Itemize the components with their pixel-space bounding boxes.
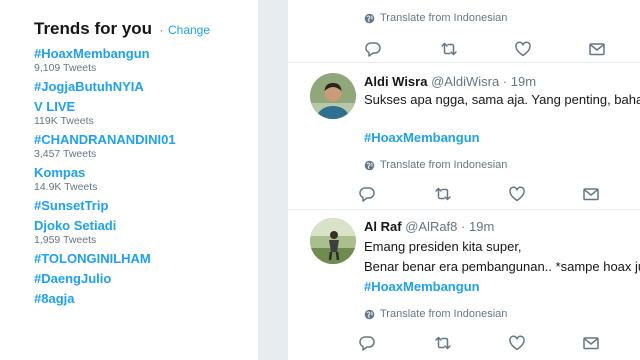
reply-icon[interactable] [364, 40, 382, 58]
tweet-time[interactable]: 19m [511, 74, 536, 89]
tweet-time[interactable]: 19m [469, 219, 494, 234]
trend-item[interactable]: #JogjaButuhNYIA [34, 79, 249, 95]
header-separator: · [461, 219, 466, 234]
trends-panel: Trends for you · Change #HoaxMembangun 9… [0, 0, 258, 360]
avatar[interactable] [310, 218, 356, 264]
trends-separator: · [159, 23, 164, 37]
header-separator: · [502, 74, 508, 89]
trend-count: 3,457 Tweets [34, 148, 97, 160]
trend-name[interactable]: #DaengJulio [34, 271, 249, 287]
tweet-actions [364, 40, 640, 60]
translate-label[interactable]: Translate from Indonesian [380, 10, 507, 26]
reply-icon[interactable] [358, 185, 376, 203]
trend-item[interactable]: #8agja [34, 291, 249, 307]
message-icon[interactable] [588, 40, 606, 58]
tweet-text: Benar benar era pembangunan.. *sampe hoa… [364, 259, 640, 274]
avatar[interactable] [310, 73, 356, 119]
trend-name[interactable]: #8agja [34, 291, 249, 307]
tweet[interactable]: Al Raf @AlRaf8 · 19m Emang presiden kita… [288, 208, 640, 360]
reply-icon[interactable] [358, 334, 376, 352]
trend-name[interactable]: Kompas [34, 165, 249, 181]
like-icon[interactable] [508, 334, 526, 352]
author-name[interactable]: Al Raf [364, 219, 402, 234]
trend-count: 119K Tweets [34, 115, 94, 127]
message-icon[interactable] [582, 185, 600, 203]
trend-name[interactable]: #SunsetTrip [34, 198, 249, 214]
retweet-icon[interactable] [434, 185, 452, 203]
trend-count: 14.9K Tweets [34, 181, 98, 193]
trend-name[interactable]: #HoaxMembangun [34, 46, 249, 62]
tweet-actions [359, 185, 640, 205]
tweet-actions [359, 334, 640, 354]
message-icon[interactable] [582, 334, 600, 352]
timeline: Translate from Indonesian Aldi Wisra @Al… [288, 0, 640, 360]
trend-count: 9,109 Tweets [34, 62, 97, 74]
author-handle[interactable]: @AlRaf8 [405, 219, 457, 234]
tweet-body: Al Raf @AlRaf8 · 19m Emang presiden kita… [359, 218, 640, 354]
globe-icon [364, 160, 375, 170]
trend-name[interactable]: #JogjaButuhNYIA [34, 79, 249, 95]
trend-item[interactable]: #HoaxMembangun 9,109 Tweets [34, 46, 249, 75]
tweet-text: Sukses apa ngga, sama aja. Yang penting,… [364, 92, 640, 107]
translate-link[interactable]: Translate from Indonesian [364, 306, 640, 322]
trends-title: Trends for you [34, 19, 153, 38]
trend-item[interactable]: #TOLONGINILHAM [34, 251, 249, 267]
translate-label[interactable]: Translate from Indonesian [380, 306, 507, 322]
tweet-hashtag[interactable]: #HoaxMembangun [364, 278, 640, 296]
translate-link[interactable]: Translate from Indonesian [364, 157, 640, 173]
tweet[interactable]: Aldi Wisra @AldiWisra · 19m Sukses apa n… [288, 62, 640, 210]
trend-item[interactable]: Kompas 14.9K Tweets [34, 165, 249, 194]
retweet-icon[interactable] [434, 334, 452, 352]
tweet-header: Al Raf @AlRaf8 · 19m [364, 218, 640, 236]
trends-header: Trends for you · Change [34, 19, 210, 39]
translate-label[interactable]: Translate from Indonesian [380, 157, 507, 173]
trend-item[interactable]: #DaengJulio [34, 271, 249, 287]
trend-name[interactable]: #CHANDRANANDINI01 [34, 132, 249, 148]
tweet-body: Translate from Indonesian [364, 10, 640, 60]
trend-name[interactable]: #TOLONGINILHAM [34, 251, 249, 267]
author-name[interactable]: Aldi Wisra [364, 74, 427, 89]
globe-icon [364, 13, 375, 23]
tweet-partial[interactable]: Translate from Indonesian [288, 0, 640, 63]
tweet-body: Aldi Wisra @AldiWisra · 19m Sukses apa n… [359, 73, 640, 205]
trend-item[interactable]: V LIVE 119K Tweets [34, 99, 249, 128]
trend-item[interactable]: Djoko Setiadi 1,959 Tweets [34, 218, 249, 247]
author-handle[interactable]: @AldiWisra [431, 74, 499, 89]
trend-count: 1,959 Tweets [34, 234, 97, 246]
tweet-header: Aldi Wisra @AldiWisra · 19m [364, 73, 640, 91]
globe-icon [364, 309, 375, 319]
trend-item[interactable]: #SunsetTrip [34, 198, 249, 214]
trend-name[interactable]: Djoko Setiadi [34, 218, 249, 234]
trend-item[interactable]: #CHANDRANANDINI01 3,457 Tweets [34, 132, 249, 161]
trend-name[interactable]: V LIVE [34, 99, 249, 115]
like-icon[interactable] [514, 40, 532, 58]
tweet-hashtag[interactable]: #HoaxMembangun [364, 129, 640, 147]
trend-list: #HoaxMembangun 9,109 Tweets #JogjaButuhN… [34, 46, 249, 311]
tweet-text: Emang presiden kita super, [364, 239, 522, 254]
trends-change-link[interactable]: Change [168, 23, 210, 37]
retweet-icon[interactable] [440, 40, 458, 58]
translate-link[interactable]: Translate from Indonesian [364, 10, 640, 26]
like-icon[interactable] [508, 185, 526, 203]
